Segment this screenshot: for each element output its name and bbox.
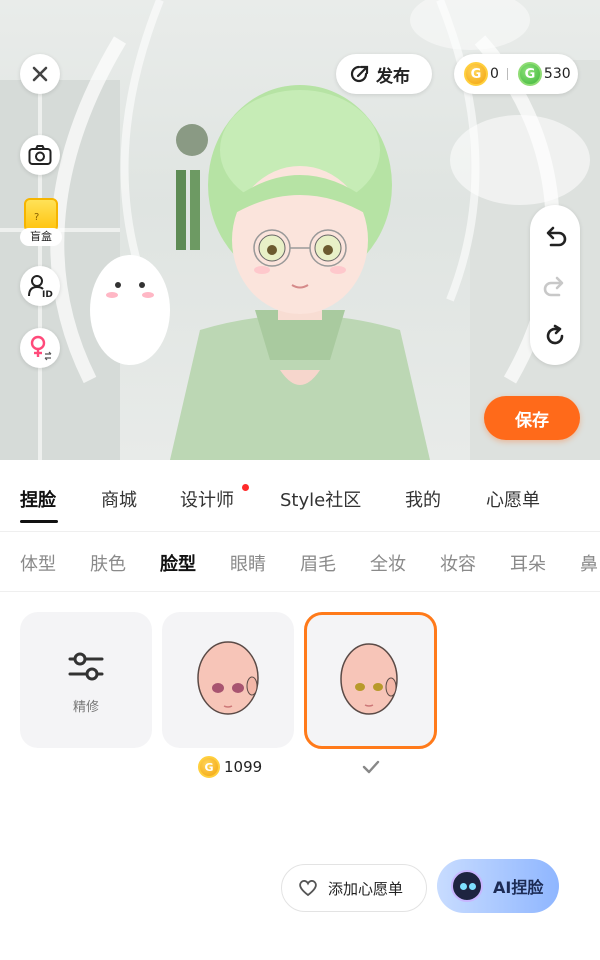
publish-button[interactable]: 发布	[336, 54, 432, 94]
svg-text:ID: ID	[42, 290, 53, 298]
face-shape-thumbnail	[340, 643, 398, 715]
wishlist-label: 添加心愿单	[328, 879, 404, 898]
gold-balance: 0	[490, 66, 499, 82]
gift-box-icon: ?	[24, 198, 58, 232]
close-icon	[32, 66, 48, 82]
subtab-nose[interactable]: 鼻	[580, 550, 598, 576]
history-controls	[530, 205, 580, 365]
gender-swap-icon	[30, 335, 52, 361]
tab-style-community[interactable]: Style社区	[280, 486, 361, 512]
heart-icon	[299, 880, 317, 897]
camera-icon	[28, 145, 52, 165]
redo-icon	[543, 276, 564, 297]
editor-panel: 捏脸 商城 设计师 Style社区 我的 心愿单 体型 肤色 脸型 眼睛 眉毛 …	[0, 460, 600, 960]
gold-coin-icon: G	[198, 756, 220, 778]
save-button[interactable]: 保存	[484, 396, 580, 440]
undo-button[interactable]	[542, 223, 568, 249]
checkmark-icon	[362, 760, 380, 774]
refine-card[interactable]: 精修	[20, 612, 152, 748]
currency-divider	[506, 68, 508, 80]
gender-switch-button[interactable]	[20, 328, 60, 368]
subtab-ears[interactable]: 耳朵	[510, 550, 546, 576]
refine-label: 精修	[72, 700, 99, 715]
face-option-card[interactable]	[162, 612, 294, 748]
blindbox-button[interactable]: ? 盲盒	[20, 198, 62, 248]
subtab-eyebrows[interactable]: 眉毛	[300, 550, 336, 576]
currency-balance[interactable]: G 0 G 530	[454, 54, 578, 94]
add-to-wishlist-button[interactable]: 添加心愿单	[281, 864, 427, 912]
close-button[interactable]	[20, 54, 60, 94]
face-shape-thumbnail	[197, 641, 259, 715]
subtab-body[interactable]: 体型	[20, 550, 56, 576]
subtab-makeup[interactable]: 妆容	[440, 550, 476, 576]
user-id-icon: ID	[28, 275, 53, 298]
ai-face-label: AI捏脸	[493, 878, 544, 897]
refresh-icon	[546, 324, 564, 345]
reset-button[interactable]	[542, 323, 568, 349]
gold-coin-icon: G	[464, 62, 488, 86]
blindbox-label: 盲盒	[20, 228, 62, 246]
ai-face-button[interactable]: AI捏脸	[437, 859, 559, 913]
publish-label: 发布	[376, 66, 410, 87]
tab-wishlist[interactable]: 心愿单	[486, 486, 540, 512]
green-coin-icon: G	[517, 62, 542, 86]
undo-icon	[546, 226, 567, 247]
avatar-preview-scene: ? 盲盒 ID 发布 G 0 G 530 保存	[0, 0, 600, 460]
publish-icon	[350, 65, 369, 83]
subtab-eyes[interactable]: 眼睛	[230, 550, 266, 576]
ai-robot-icon	[451, 870, 483, 902]
subtab-skin[interactable]: 肤色	[90, 550, 126, 576]
face-option-card-selected[interactable]	[304, 612, 437, 749]
sliders-icon	[68, 652, 104, 681]
tab-mine[interactable]: 我的	[405, 486, 441, 512]
category-tab-bar: 体型 肤色 脸型 眼睛 眉毛 全妆 妆容 耳朵 鼻	[0, 532, 600, 592]
tab-designer[interactable]: 设计师	[180, 486, 234, 512]
tab-face-edit[interactable]: 捏脸	[20, 486, 56, 512]
id-button[interactable]: ID	[20, 266, 60, 306]
subtab-full-makeup[interactable]: 全妆	[370, 550, 406, 576]
main-tab-bar: 捏脸 商城 设计师 Style社区 我的 心愿单	[0, 460, 600, 532]
price-value: 1099	[224, 758, 263, 776]
designer-notification-badge	[242, 484, 249, 491]
active-tab-indicator	[20, 520, 58, 523]
green-balance: 530	[543, 66, 571, 82]
tab-shop[interactable]: 商城	[101, 486, 137, 512]
subtab-face-shape[interactable]: 脸型	[160, 550, 196, 576]
face-option-price: G 1099	[198, 756, 262, 778]
redo-button[interactable]	[542, 273, 568, 299]
camera-button[interactable]	[20, 135, 60, 175]
